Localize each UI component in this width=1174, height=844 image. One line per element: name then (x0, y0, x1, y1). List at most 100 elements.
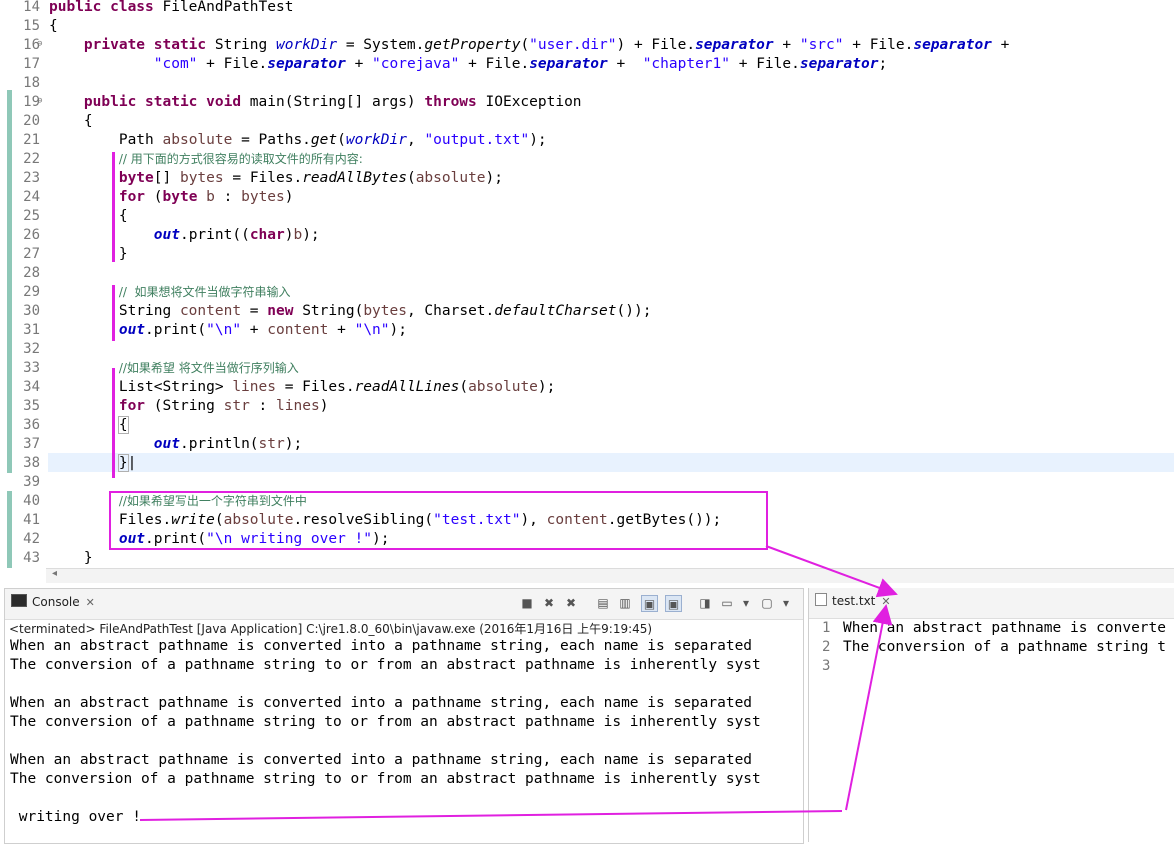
line-number: 43 (23, 550, 40, 566)
console-line: When an abstract pathname is converted i… (10, 695, 753, 711)
code-line[interactable]: byte[] bytes = Files.readAllBytes(absolu… (49, 169, 503, 188)
code-line[interactable]: for (byte b : bytes) (49, 188, 294, 207)
line-number: 16 (23, 37, 40, 53)
line-number: 18 (23, 75, 40, 91)
code-line[interactable]: out.print("\n" + content + "\n"); (49, 321, 407, 340)
text-file-icon (815, 593, 827, 606)
line-number: 23 (23, 170, 40, 186)
line-number: 32 (23, 341, 40, 357)
annotation-bar (112, 285, 115, 341)
code-editor[interactable]: 14 15 16 17 18 19 20 21 22 23 24 25 26 2… (0, 0, 1174, 568)
code-line[interactable]: out.println(str); (49, 435, 302, 454)
line-number: 26 (23, 227, 40, 243)
console-view[interactable]: Console ✕ ■ ✖ ✖ ▤ ▥ ▣ ▣ ◨ ▭ ▾ ▢ ▾ <termin… (4, 588, 804, 844)
horizontal-scrollbar[interactable]: ◂ (46, 568, 1174, 583)
line-number: 24 (23, 189, 40, 205)
line-number: 40 (23, 493, 40, 509)
line-number: 30 (23, 303, 40, 319)
line-number: 42 (23, 531, 40, 547)
text-line[interactable]: When an abstract pathname is converte (843, 619, 1166, 638)
fold-collapse-icon[interactable]: ⊖ (37, 96, 42, 106)
code-line[interactable]: //如果希望 将文件当做行序列输入 (49, 359, 299, 378)
textfile-tabbar: test.txt ✕ (809, 588, 1174, 619)
console-line: The conversion of a pathname string to o… (10, 714, 761, 730)
remove-launch-icon[interactable]: ✖ (541, 595, 557, 611)
code-line[interactable]: String content = new String(bytes, Chars… (49, 302, 652, 321)
annotation-box (109, 491, 768, 550)
fold-collapse-icon[interactable]: ⊖ (37, 39, 42, 49)
code-line[interactable]: out.print((char)b); (49, 226, 320, 245)
code-line[interactable]: }| (49, 454, 136, 473)
code-line[interactable]: { (49, 207, 128, 226)
chevron-down-icon[interactable]: ▾ (778, 595, 794, 611)
line-number: 36 (23, 417, 40, 433)
current-line-highlight (48, 453, 1174, 472)
line-number: 15 (23, 18, 40, 34)
code-line[interactable]: { (49, 17, 58, 36)
show-stdout-icon[interactable]: ▣ (641, 595, 658, 612)
scroll-left-icon[interactable]: ◂ (52, 568, 57, 579)
console-icon (11, 594, 27, 607)
line-number: 21 (23, 132, 40, 148)
annotation-bar (112, 152, 115, 262)
line-number: 29 (23, 284, 40, 300)
line-number: 41 (23, 512, 40, 528)
show-stderr-icon[interactable]: ▣ (665, 595, 682, 612)
line-number: 20 (23, 113, 40, 129)
code-line[interactable]: // 用下面的方式很容易的读取文件的所有内容: (49, 150, 363, 169)
chevron-down-icon[interactable]: ▾ (738, 595, 754, 611)
line-number: 14 (23, 0, 40, 15)
code-line[interactable]: List<String> lines = Files.readAllLines(… (49, 378, 556, 397)
open-console-icon[interactable]: ▢ (759, 595, 775, 611)
code-line[interactable]: } (49, 245, 128, 264)
line-number: 39 (23, 474, 40, 490)
console-line: The conversion of a pathname string to o… (10, 657, 761, 673)
line-number: 1 (822, 620, 831, 636)
line-number: 3 (822, 658, 831, 674)
line-number: 2 (822, 639, 831, 655)
close-icon[interactable]: ✕ (881, 595, 890, 608)
code-line[interactable]: "com" + File.separator + "corejava" + Fi… (49, 55, 887, 74)
remove-all-icon[interactable]: ✖ (563, 595, 579, 611)
line-number: 35 (23, 398, 40, 414)
code-line[interactable]: public class FileAndPathTest (49, 0, 293, 17)
tab-test-txt[interactable]: test.txt ✕ (815, 593, 891, 608)
code-line[interactable]: Path absolute = Paths.get(workDir, "outp… (49, 131, 547, 150)
line-number: 38 (23, 455, 40, 471)
tab-test-txt-label: test.txt (832, 594, 876, 608)
line-number: 31 (23, 322, 40, 338)
code-line[interactable]: { (49, 416, 129, 435)
console-line: writing over ! (10, 809, 141, 825)
line-number: 28 (23, 265, 40, 281)
line-number: 22 (23, 151, 40, 167)
code-line[interactable]: { (49, 112, 93, 131)
terminate-icon[interactable]: ■ (519, 595, 535, 611)
console-line: The conversion of a pathname string to o… (10, 771, 761, 787)
console-line: When an abstract pathname is converted i… (10, 638, 753, 654)
line-number: 27 (23, 246, 40, 262)
annotation-bar (112, 368, 115, 478)
line-number: 17 (23, 56, 40, 72)
code-line[interactable]: private static String workDir = System.g… (49, 36, 1009, 55)
tab-console-label: Console (32, 595, 80, 609)
scroll-lock-icon[interactable]: ▥ (617, 595, 633, 611)
console-line: When an abstract pathname is converted i… (10, 752, 753, 768)
line-number: 34 (23, 379, 40, 395)
line-number: 19 (23, 94, 40, 110)
pin-console-icon[interactable]: ◨ (697, 595, 713, 611)
console-tabbar: Console ✕ ■ ✖ ✖ ▤ ▥ ▣ ▣ ◨ ▭ ▾ ▢ ▾ (5, 589, 803, 620)
text-line[interactable]: The conversion of a pathname string t (843, 638, 1166, 657)
clear-console-icon[interactable]: ▤ (595, 595, 611, 611)
line-number-gutter: 14 15 16 17 18 19 20 21 22 23 24 25 26 2… (0, 0, 46, 568)
line-number: 33 (23, 360, 40, 376)
close-icon[interactable]: ✕ (86, 596, 95, 609)
code-line[interactable]: for (String str : lines) (49, 397, 329, 416)
console-status: <terminated> FileAndPathTest [Java Appli… (9, 622, 653, 636)
tab-console[interactable]: Console ✕ (11, 594, 95, 609)
code-line[interactable]: } (49, 549, 93, 568)
line-number: 25 (23, 208, 40, 224)
display-console-icon[interactable]: ▭ (719, 595, 735, 611)
line-number: 37 (23, 436, 40, 452)
code-line[interactable]: public static void main(String[] args) t… (49, 93, 582, 112)
code-line[interactable]: // 如果想将文件当做字符串输入 (49, 283, 291, 302)
